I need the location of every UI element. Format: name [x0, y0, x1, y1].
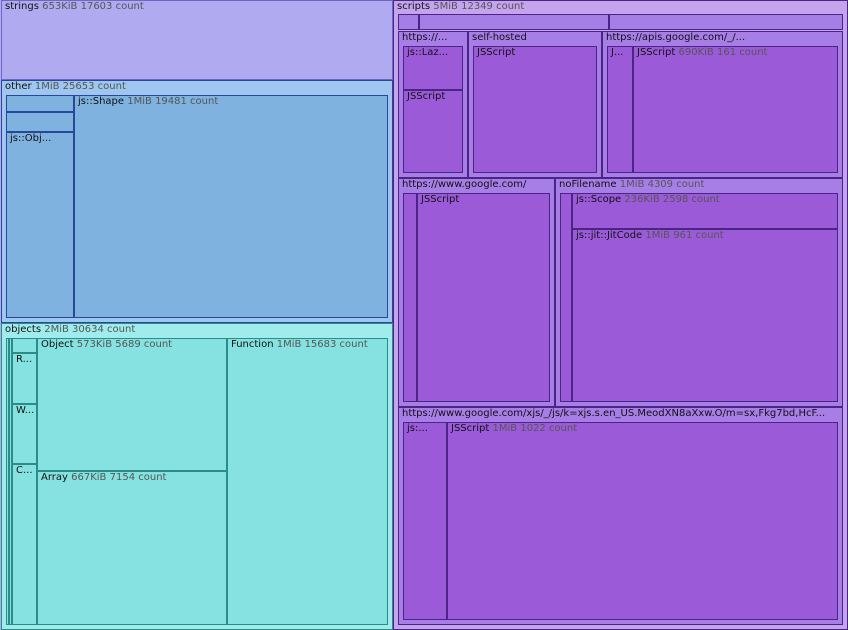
node-label: js::Scope 236KiB 2598 count	[576, 194, 720, 205]
treemap-node-js-scope[interactable]: js::Scope 236KiB 2598 count	[572, 193, 838, 229]
node-label: https://apis.google.com/_/...	[606, 32, 746, 43]
node-label: JSScript 690KiB 161 count	[637, 47, 768, 58]
treemap-node-object[interactable]: Object 573KiB 5689 count	[37, 338, 227, 471]
node-label: js:...	[407, 423, 428, 434]
treemap-node-function[interactable]: Function 1MiB 15683 count	[227, 338, 388, 625]
treemap-node-j[interactable]: J...	[607, 46, 633, 173]
treemap-node-jsscript[interactable]: JSScript	[473, 46, 597, 173]
node-label: Object 573KiB 5689 count	[41, 339, 173, 350]
node-label: JSScript	[407, 91, 446, 102]
node-label: https://www.google.com/xjs/_/js/k=xjs.s.…	[402, 408, 826, 419]
node-label: js::Laz...	[407, 47, 449, 58]
node-label: self-hosted	[472, 32, 527, 43]
node-label: https://...	[402, 32, 448, 43]
treemap-node-js-obj[interactable]: js::Obj...	[6, 132, 74, 318]
node-label: js::Shape 1MiB 19481 count	[78, 96, 219, 107]
treemap-node-other-small-2[interactable]	[6, 112, 74, 132]
treemap-node-jsscript[interactable]: JSScript 1MiB 1022 count	[447, 422, 838, 620]
node-label: js::jit::JitCode 1MiB 961 count	[576, 230, 724, 241]
treemap-node-js-shape[interactable]: js::Shape 1MiB 19481 count	[74, 95, 388, 318]
node-label: other 1MiB 25653 count	[5, 81, 126, 92]
treemap-node-scripts-strip[interactable]	[398, 14, 419, 30]
treemap-node-w[interactable]: W...	[12, 404, 37, 464]
node-label: JSScript 1MiB 1022 count	[451, 423, 578, 434]
node-label: J...	[611, 47, 624, 58]
treemap-node-jsscript[interactable]: JSScript 690KiB 161 count	[633, 46, 838, 173]
node-label: Array 667KiB 7154 count	[41, 472, 167, 483]
treemap-node-jitcode[interactable]: js::jit::JitCode 1MiB 961 count	[572, 229, 838, 402]
treemap-node-scripts-strip[interactable]	[609, 14, 843, 30]
treemap-node-js-laz[interactable]: js::Laz...	[403, 46, 463, 90]
treemap-node-other-small-1[interactable]	[6, 95, 74, 112]
node-label: https://www.google.com/	[402, 179, 527, 190]
node-label: C...	[16, 465, 33, 476]
treemap-node-nofilename-sliver[interactable]	[560, 193, 572, 402]
treemap-node-strings[interactable]: strings 653KiB 17603 count	[1, 0, 393, 80]
node-label: strings 653KiB 17603 count	[5, 1, 144, 12]
node-label: scripts 5MiB 12349 count	[397, 1, 525, 12]
node-label: JSScript	[477, 47, 516, 58]
treemap-node-jsscript[interactable]: JSScript	[403, 90, 463, 173]
treemap-node-jsscript[interactable]: JSScript	[417, 193, 550, 402]
treemap-node-google-sliver[interactable]	[403, 193, 417, 402]
node-label: objects 2MiB 30634 count	[5, 324, 136, 335]
treemap-node-js-dots[interactable]: js:...	[403, 422, 447, 620]
node-label: js::Obj...	[10, 133, 52, 144]
treemap-node-objects-small[interactable]	[12, 338, 37, 353]
treemap-node-c[interactable]: C...	[12, 464, 37, 625]
node-label: Function 1MiB 15683 count	[231, 339, 368, 350]
node-label: W...	[16, 405, 35, 416]
treemap-node-r[interactable]: R...	[12, 353, 37, 404]
node-label: noFilename 1MiB 4309 count	[559, 179, 705, 190]
node-label: JSScript	[421, 194, 460, 205]
treemap-node-scripts-strip[interactable]	[419, 14, 609, 30]
treemap-node-array[interactable]: Array 667KiB 7154 count	[37, 471, 227, 625]
node-label: R...	[16, 354, 33, 365]
